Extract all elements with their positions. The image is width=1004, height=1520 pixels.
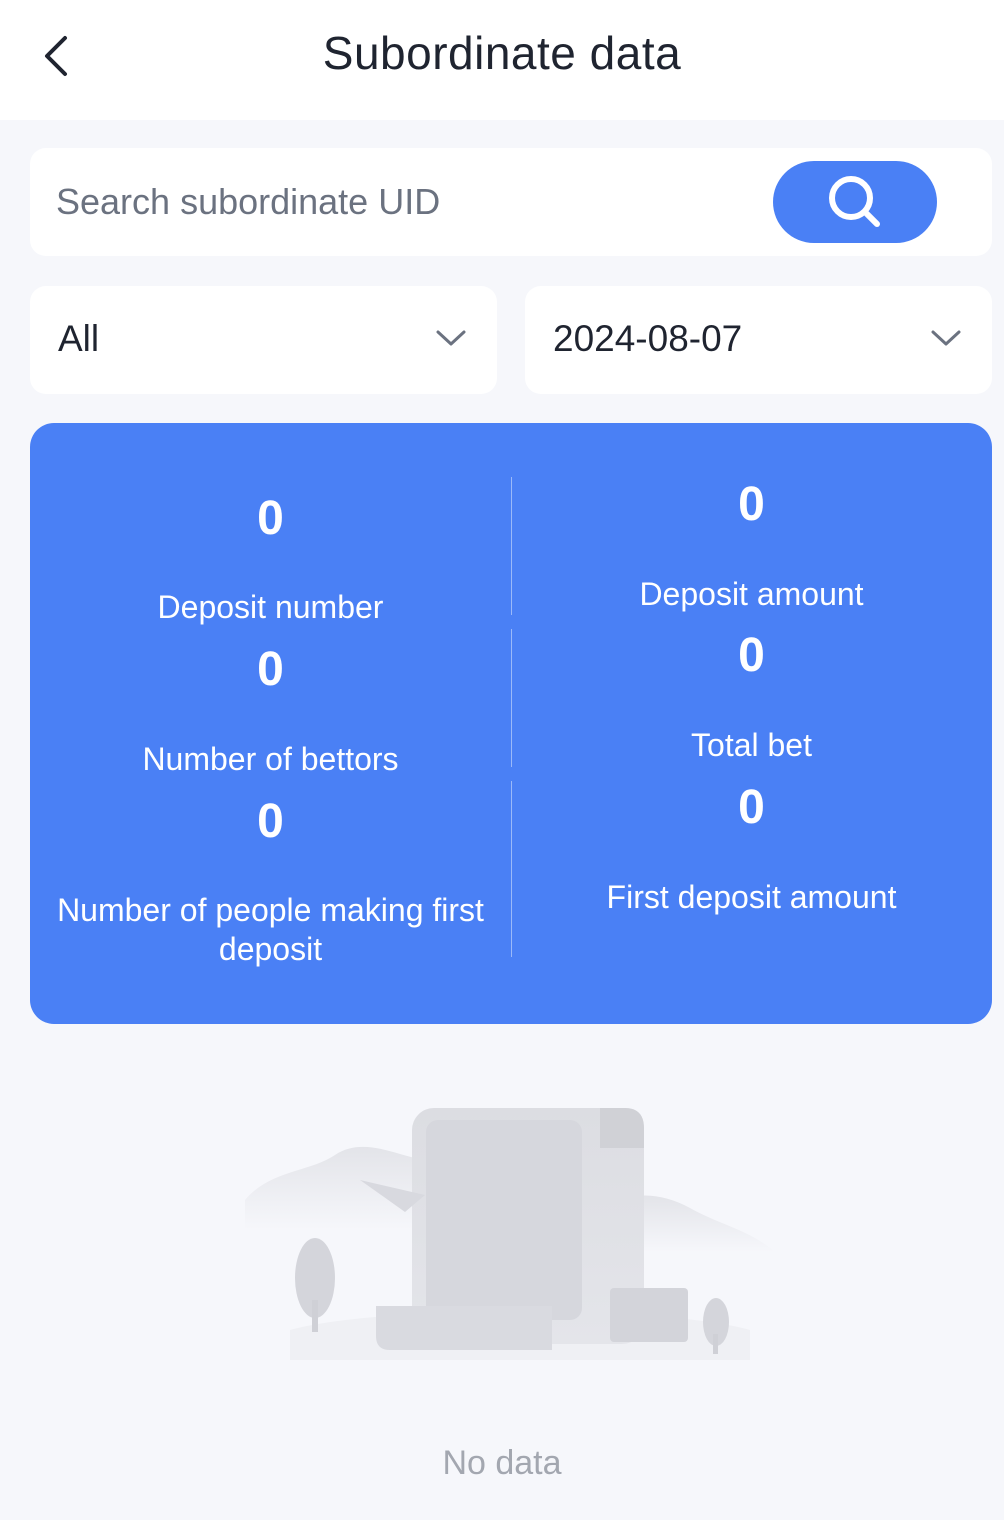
- page-title: Subordinate data: [322, 27, 682, 79]
- deposit-number-label: Deposit number: [157, 589, 384, 625]
- search-bar: [30, 148, 992, 256]
- date-filter-select[interactable]: 2024-08-07: [525, 286, 992, 394]
- chevron-down-icon: [436, 330, 466, 346]
- total-bet-label: Total bet: [691, 727, 812, 763]
- level-filter-value: All: [58, 318, 100, 359]
- total-bet-value: 0: [738, 629, 765, 682]
- first-deposit-people-label: Number of people making first deposit: [57, 892, 484, 967]
- bettors-number-value: 0: [257, 643, 284, 696]
- first-deposit-amount-label: First deposit amount: [606, 879, 897, 915]
- first-deposit-amount-value: 0: [738, 781, 765, 834]
- search-input[interactable]: [56, 172, 756, 232]
- deposit-number-value: 0: [257, 492, 284, 545]
- date-filter-value: 2024-08-07: [553, 318, 743, 359]
- deposit-amount-value: 0: [738, 478, 765, 531]
- search-icon: [829, 176, 880, 227]
- empty-document-icon: [245, 1108, 775, 1360]
- header-bar: Subordinate data: [0, 0, 1004, 120]
- level-filter-select[interactable]: All: [30, 286, 497, 394]
- deposit-amount-label: Deposit amount: [639, 576, 864, 612]
- stats-card: 0 Deposit number 0 Deposit amount 0 Numb…: [30, 423, 992, 1024]
- first-deposit-people-value: 0: [257, 795, 284, 848]
- chevron-down-icon: [931, 330, 961, 346]
- bettors-number-label: Number of bettors: [142, 741, 399, 777]
- no-data-text: No data: [442, 1444, 562, 1482]
- search-button[interactable]: [773, 161, 937, 243]
